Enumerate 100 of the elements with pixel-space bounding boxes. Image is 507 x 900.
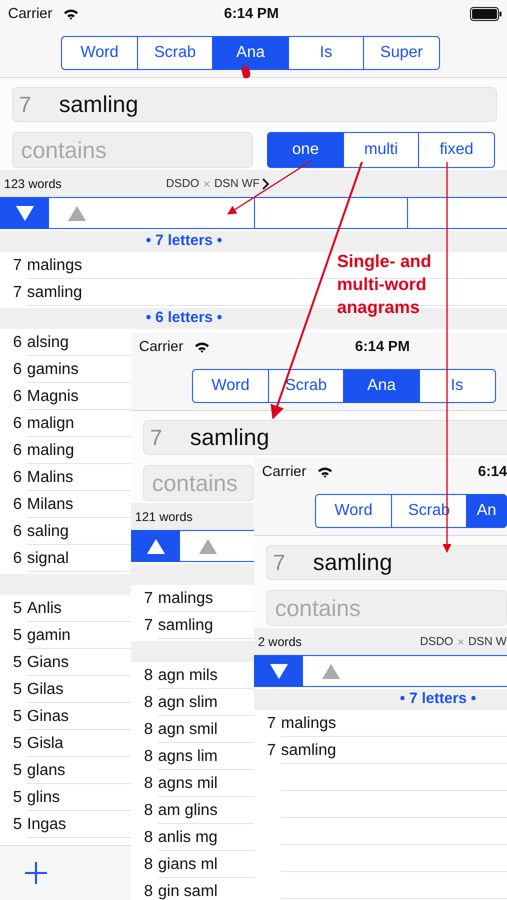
contains-field[interactable]: contains [266, 590, 507, 626]
list-word[interactable]: Anlis [27, 600, 62, 618]
list-word[interactable]: alsing [27, 334, 69, 352]
word-count: 2 words [258, 634, 303, 648]
list-word[interactable]: Gilas [27, 680, 64, 698]
chevron-icon[interactable] [262, 178, 269, 190]
wifi-icon [317, 466, 333, 478]
list-word[interactable]: Ginas [27, 708, 69, 726]
tab[interactable]: Word [61, 36, 138, 70]
mode-button[interactable]: one [267, 132, 344, 168]
letter-count: 7 [143, 616, 154, 634]
letter-count: 5 [12, 816, 23, 834]
letter-count: 8 [143, 774, 154, 792]
sort-button[interactable] [254, 656, 303, 686]
list-word[interactable]: malings [27, 256, 82, 274]
section-title: • 7 letters • [146, 232, 222, 249]
letter-count: 8 [143, 882, 154, 900]
query-field[interactable]: 7 samling [143, 420, 507, 455]
letter-count: 6 [12, 442, 23, 460]
list-word[interactable]: Gians [27, 654, 69, 672]
query-text: samling [313, 549, 392, 576]
letter-count: 6 [12, 334, 23, 352]
wifi-icon [194, 341, 210, 353]
dictionary-label: DSDO [420, 636, 454, 648]
letter-count: 5 [12, 654, 23, 672]
list-word[interactable]: agn slim [158, 694, 218, 712]
list-word[interactable]: malign [27, 414, 74, 432]
letter-count: 8 [143, 666, 154, 684]
list-word[interactable]: samling [281, 742, 336, 760]
letter-count: 5 [12, 708, 23, 726]
tab[interactable]: An [466, 494, 507, 528]
tab[interactable]: Scrab [268, 369, 344, 403]
list-word[interactable]: agn smil [158, 720, 218, 738]
list-word[interactable]: glans [27, 762, 66, 780]
list-word[interactable]: agns mil [158, 774, 218, 792]
query-field[interactable]: 7 samling [266, 545, 507, 580]
mode-button[interactable]: multi [342, 132, 420, 168]
letter-count: 7 [12, 256, 23, 274]
list-word[interactable]: malings [158, 590, 214, 608]
list-word[interactable]: gamin [27, 626, 71, 644]
list-word[interactable]: anlis mg [158, 828, 218, 846]
triangle-up-icon [67, 204, 87, 222]
list-word[interactable]: Gisla [27, 734, 64, 752]
letter-count: 8 [143, 694, 154, 712]
list-word[interactable]: glins [27, 788, 60, 806]
list-word[interactable]: signal [27, 550, 69, 568]
list-word[interactable]: agns lim [158, 748, 218, 766]
list-word[interactable]: samling [27, 284, 82, 302]
list-word[interactable]: malings [281, 714, 336, 732]
list-word[interactable]: Malins [27, 468, 74, 486]
list-word[interactable]: samling [158, 616, 214, 634]
letter-count: 7 [272, 550, 286, 576]
list-word[interactable]: gians ml [158, 856, 218, 874]
letter-count: 8 [143, 802, 154, 820]
sort-button[interactable] [0, 198, 49, 228]
query-field[interactable]: 7 samling [12, 87, 497, 122]
tab[interactable]: Word [192, 369, 269, 403]
sort-button[interactable] [131, 531, 180, 561]
list-word[interactable]: maling [27, 442, 74, 460]
carrier-label: Carrier [262, 464, 306, 480]
letter-count: 5 [12, 762, 23, 780]
letter-count: 5 [12, 734, 23, 752]
carrier-label: Carrier [139, 339, 184, 355]
contains-field[interactable]: contains [143, 465, 254, 501]
letter-count: 7 [18, 92, 32, 118]
list-word[interactable]: Milans [27, 496, 74, 514]
clock: 6:14 PM [355, 339, 410, 355]
clock: 6:14 [478, 464, 507, 480]
tab[interactable]: Ana [343, 369, 420, 403]
carrier-label: Carrier [8, 6, 52, 22]
letter-count: 7 [12, 284, 23, 302]
tab[interactable]: Ana [212, 36, 289, 70]
annotation-text: Single- and multi-word anagrams [337, 250, 432, 319]
letter-count: 7 [143, 590, 154, 608]
list-word[interactable]: agn mils [158, 666, 218, 684]
word-list-label: DSN W [468, 636, 507, 648]
letter-count: 6 [12, 414, 23, 432]
letter-count: 7 [149, 424, 164, 450]
mode-button[interactable]: fixed [418, 132, 495, 168]
letter-count: 5 [12, 788, 23, 806]
tab[interactable]: Is [418, 369, 496, 403]
word-count: 121 words [135, 510, 194, 524]
triangle-down-icon [268, 662, 288, 680]
list-word[interactable]: gin saml [158, 882, 218, 900]
list-word[interactable]: am glins [158, 802, 218, 820]
letter-count: 6 [12, 468, 23, 486]
tab[interactable]: Scrab [136, 36, 214, 70]
list-word[interactable]: Ingas [27, 816, 66, 834]
contains-field[interactable]: contains [12, 132, 253, 168]
list-word[interactable]: Magnis [27, 388, 79, 406]
list-word[interactable]: gamins [27, 360, 79, 378]
triangle-down-icon [14, 204, 34, 222]
tab[interactable]: Super [363, 36, 440, 70]
tab[interactable]: Word [315, 494, 392, 528]
dictionary-label: DSDO [166, 178, 200, 190]
list-word[interactable]: saling [27, 522, 69, 540]
letter-count: 6 [12, 550, 23, 568]
add-icon[interactable] [24, 861, 48, 885]
letter-count: 6 [12, 496, 23, 514]
tab[interactable]: Is [288, 36, 364, 70]
